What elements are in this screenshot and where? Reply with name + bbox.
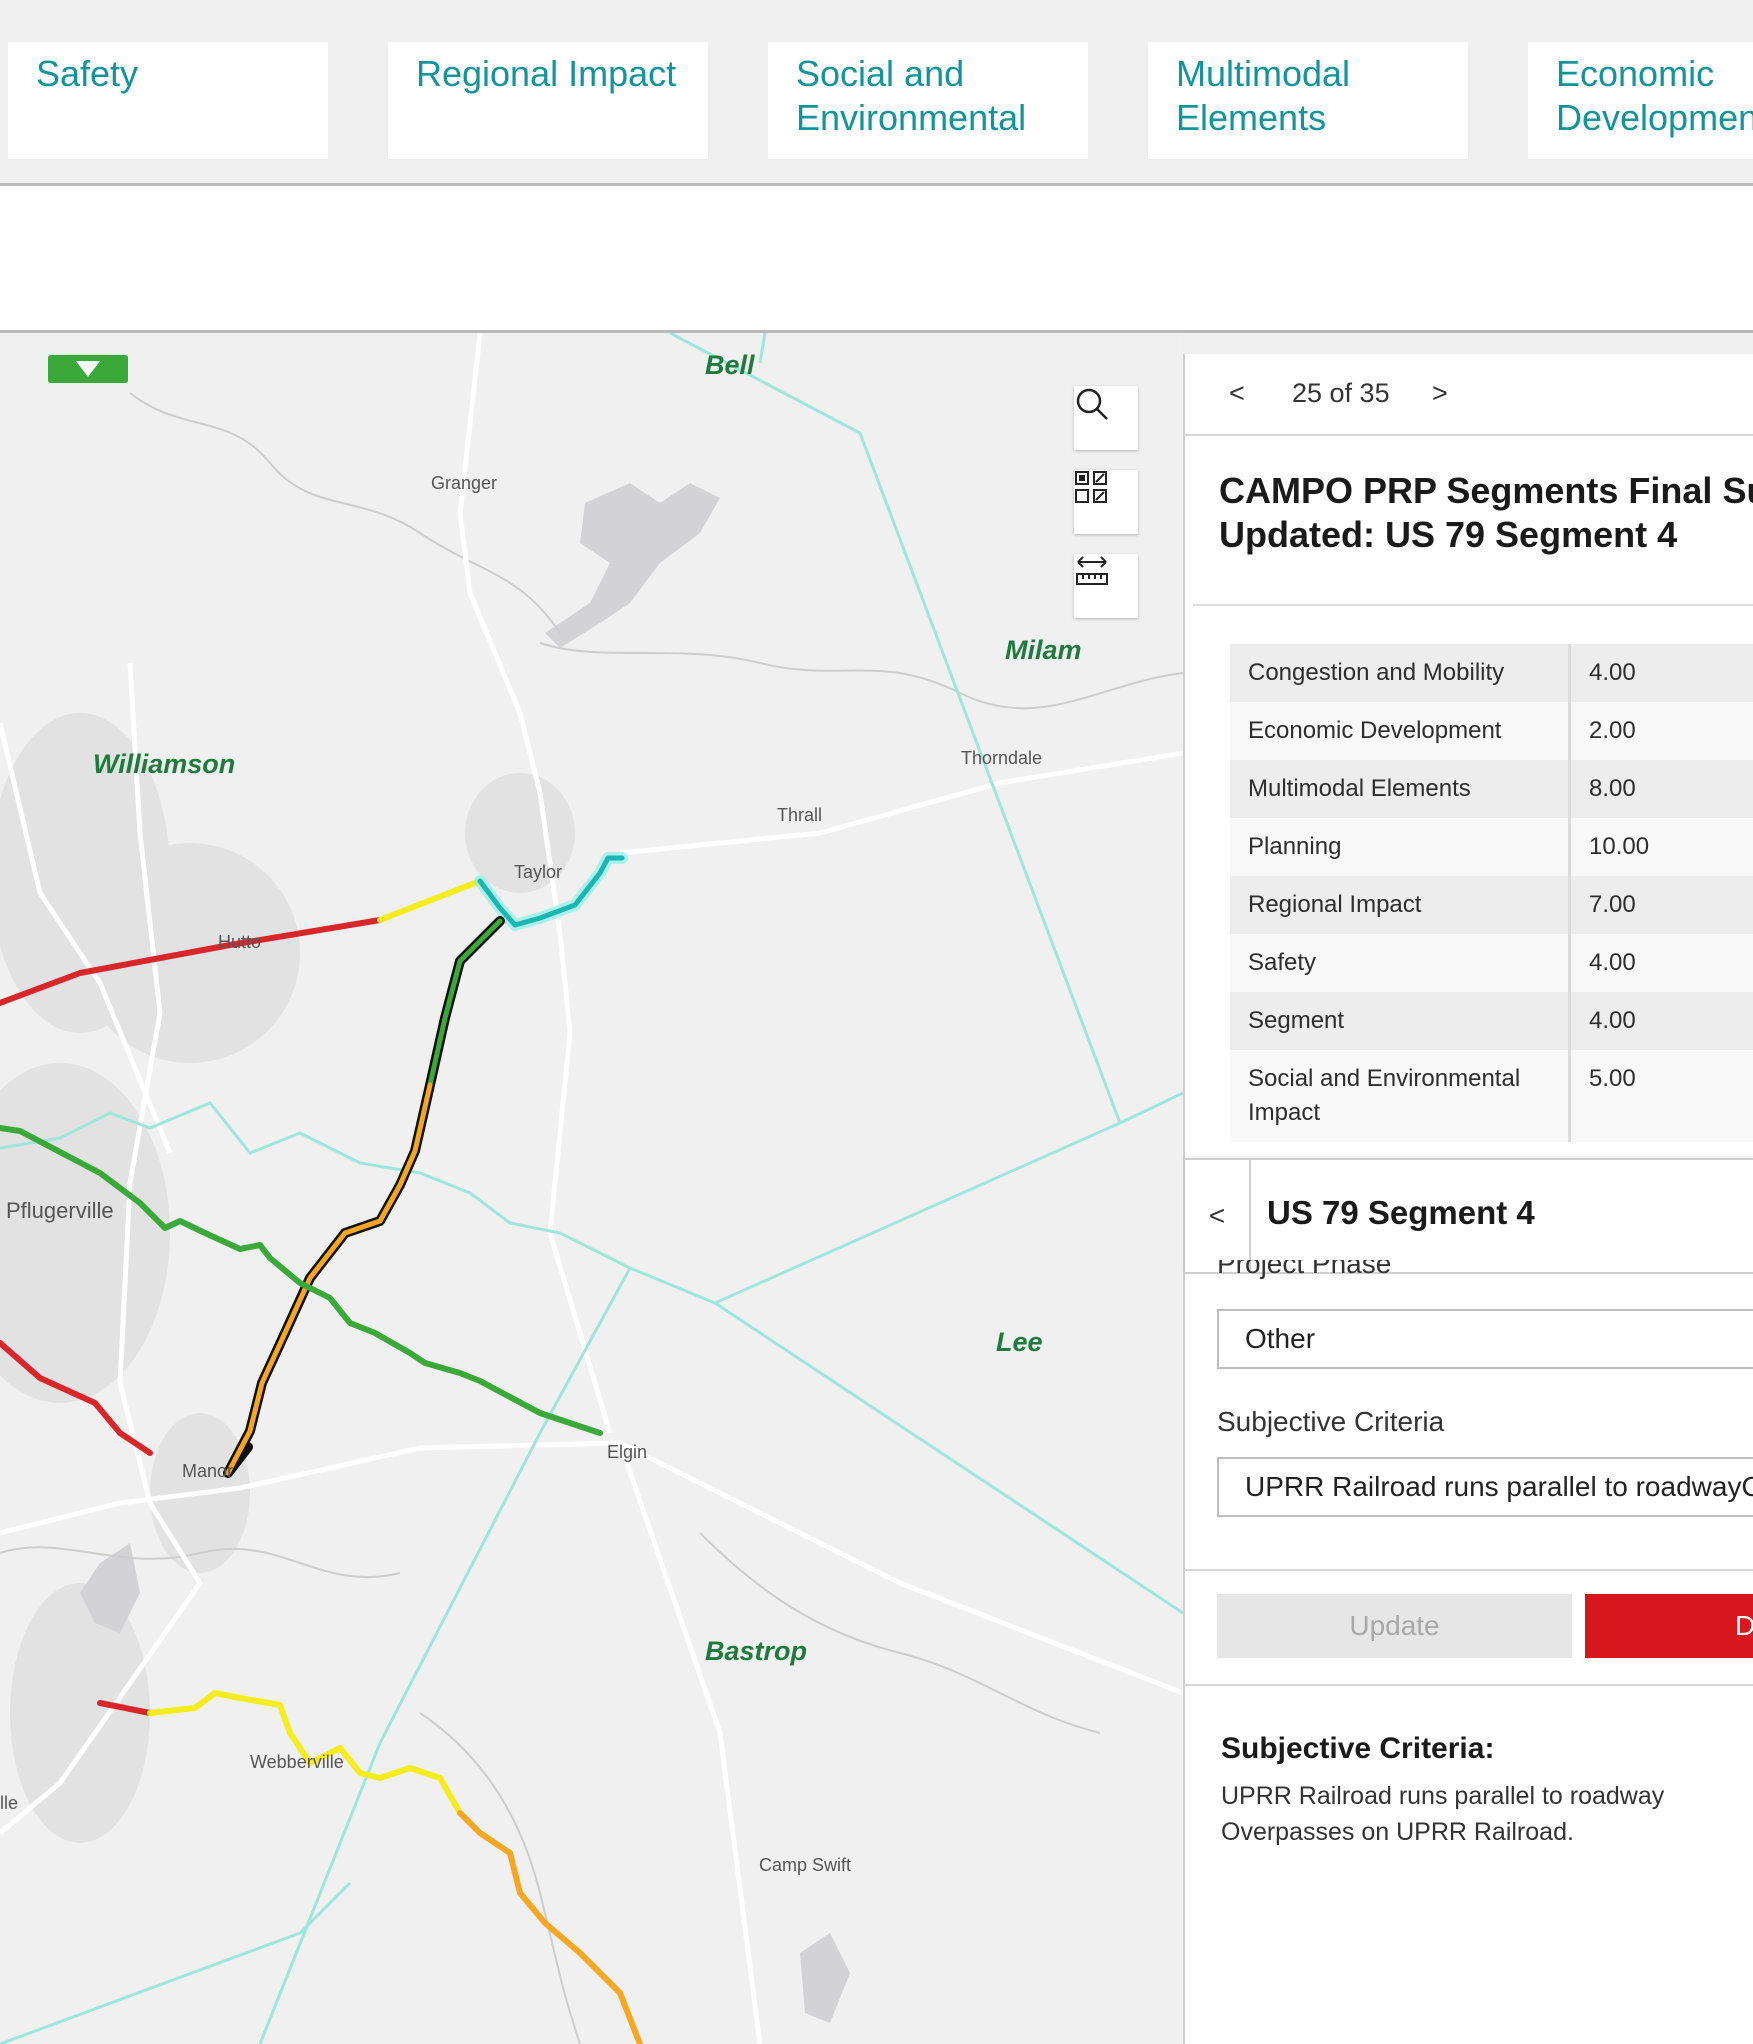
table-row: Segment 4.00 [1230,992,1753,1050]
subjective-criteria-input[interactable]: UPRR Railroad runs parallel to roadwayO [1217,1457,1753,1517]
project-phase-label-text: Project Phase [1217,1260,1392,1279]
divider [1193,604,1753,606]
county-label-williamson: Williamson [93,749,236,779]
edit-title: US 79 Segment 4 [1267,1194,1535,1231]
attribute-table: Congestion and Mobility 4.00 Economic Deve… [1230,644,1753,1142]
summary-heading: Subjective Criteria: [1221,1732,1495,1765]
attribute-value: 4.00 [1589,659,1636,686]
popup-title-line: Updated: US 79 Segment 4 [1219,514,1678,555]
county-label-bastrop: Bastrop [705,1636,808,1666]
tab-multimodal-elements[interactable]: Multimodal Elements [1148,42,1468,159]
delete-button[interactable]: Delete [1585,1594,1753,1658]
county-label-milam: Milam [1005,635,1082,665]
map-canvas [0,333,1183,2044]
tab-label: Social and [796,53,965,94]
search-icon [1076,388,1108,420]
attribute-value: 10.00 [1589,833,1650,860]
blank-band [0,186,1753,333]
next-feature-button[interactable]: > [1432,378,1448,409]
place-label-thrall: Thrall [777,805,823,825]
place-label-thorndale: Thorndale [961,748,1043,768]
place-label-webberville: Webberville [250,1752,344,1772]
tab-label: Elements [1176,97,1327,138]
granger-lake [545,483,720,648]
camp-swift-lake [800,1933,850,2023]
place-label-hutto: Hutto [218,932,262,952]
attribute-key: Multimodal Elements [1230,760,1571,818]
table-row: Multimodal Elements 8.00 [1230,760,1753,818]
attribute-value: 7.00 [1589,891,1636,918]
attribute-key: Safety [1230,934,1571,992]
table-row: Regional Impact 7.00 [1230,876,1753,934]
table-row: Congestion and Mobility 4.00 [1230,644,1753,702]
subjective-criteria-label: Subjective Criteria [1217,1406,1445,1437]
popup-title: CAMPO PRP Segments Final Su Updated: US … [1219,469,1753,557]
attribute-key: Economic Development [1230,702,1571,760]
previous-feature-button[interactable]: < [1229,378,1245,409]
select-grid-icon [1075,471,1107,503]
attribute-value: 4.00 [1589,949,1636,976]
attribute-value: 5.00 [1589,1065,1636,1092]
attribute-value: 8.00 [1589,775,1636,802]
category-tabs: Safety Regional Impact Social and Enviro… [0,0,1753,186]
summary-line: UPRR Railroad runs parallel to roadway [1221,1782,1665,1810]
place-label-pflugerville: Pflugerville [6,1198,114,1223]
tab-economic-development[interactable]: Economic Development [1528,42,1753,159]
summary-line: Overpasses on UPRR Railroad. [1221,1818,1574,1846]
project-phase-label: Project Phase [1217,1260,1391,1286]
attribute-value: 4.00 [1589,1007,1636,1034]
attribute-table-container[interactable]: Congestion and Mobility 4.00 Economic Deve… [1185,644,1753,1514]
table-row: Social and Environmental Impact 5.00 [1230,1050,1753,1142]
divider [1185,1569,1753,1571]
tab-label: Regional Impact [416,53,677,94]
caret-down-icon [76,361,100,377]
tab-label: Multimodal [1176,53,1351,94]
attribute-key: Planning [1230,818,1571,876]
attribute-key: Congestion and Mobility [1230,644,1571,702]
tab-label: Development [1556,97,1753,138]
tab-label: Economic [1556,53,1715,94]
place-label-manor: Manor [182,1461,234,1481]
measure-button[interactable] [1074,554,1138,618]
collapse-panel-button[interactable] [48,355,128,383]
tab-safety[interactable]: Safety [8,42,328,159]
urban-areas [0,713,575,1843]
county-label-bell: Bell [705,350,755,380]
tab-social-environmental[interactable]: Social and Environmental [768,42,1088,159]
search-button[interactable] [1074,386,1138,450]
table-row: Safety 4.00 [1230,934,1753,992]
attribute-key: Segment [1230,992,1571,1050]
place-label-granger: Granger [431,473,498,493]
county-boundaries [0,333,1183,2044]
tab-label: Safety [36,53,139,94]
tab-label: Environmental [796,97,1027,138]
roads [0,333,1183,2044]
place-label-taylor: Taylor [514,862,563,882]
back-button[interactable]: < [1185,1160,1251,1272]
attribute-value: 2.00 [1589,717,1636,744]
delete-button-label: Delete [1735,1610,1753,1641]
place-label-elgin: Elgin [607,1442,648,1462]
county-label-lee: Lee [996,1327,1043,1357]
popup-title-line: CAMPO PRP Segments Final Su [1219,470,1753,511]
measure-icon [1076,556,1108,585]
place-label-camp-swift: Camp Swift [759,1855,852,1875]
project-phase-input[interactable]: Other [1217,1309,1753,1369]
attribute-key: Social and Environmental Impact [1230,1050,1571,1142]
edit-header: < US 79 Segment 4 [1185,1158,1753,1274]
feature-panel: < 25 of 35 > CAMPO PRP Segments Final Su… [1183,354,1753,2044]
feature-pager: < 25 of 35 > [1185,354,1753,436]
divider [1185,1684,1753,1686]
table-row: Planning 10.00 [1230,818,1753,876]
place-label-partial: lle [0,1793,19,1813]
map-view[interactable]: Bell Milam Williamson Lee Bastrop Grange… [0,333,1183,2044]
select-button[interactable] [1074,470,1138,534]
update-button[interactable]: Update [1217,1594,1572,1658]
project-segments [0,852,643,2044]
feature-count: 25 of 35 [1292,378,1390,408]
tab-regional-impact[interactable]: Regional Impact [388,42,708,159]
table-row: Economic Development 2.00 [1230,702,1753,760]
attribute-key: Regional Impact [1230,876,1571,934]
